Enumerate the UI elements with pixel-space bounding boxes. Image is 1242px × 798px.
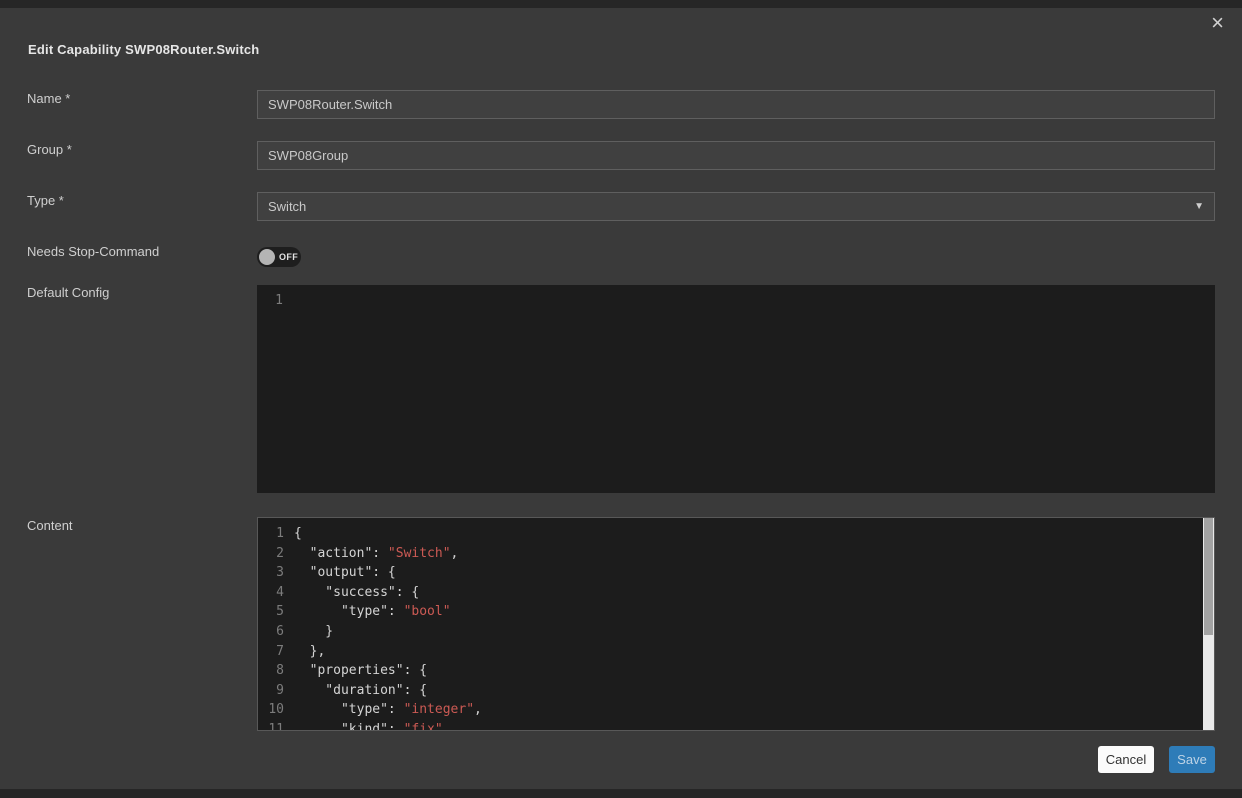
code-line: 1 [257,291,1215,311]
default-config-label: Default Config [27,285,109,300]
line-number: 4 [258,583,284,603]
code-text: "duration": { [294,681,427,701]
line-number: 8 [258,661,284,681]
line-number: 5 [258,602,284,622]
line-number: 7 [258,642,284,662]
code-text: "output": { [294,563,396,583]
scrollbar-thumb[interactable] [1204,518,1213,635]
chevron-down-icon: ▼ [1194,201,1204,212]
type-label: Type * [27,193,64,208]
code-line: 7 }, [258,642,1214,662]
code-line: 10 "type": "integer", [258,700,1214,720]
line-number: 2 [258,544,284,564]
code-text: "success": { [294,583,419,603]
code-text: "type": "integer", [294,700,482,720]
code-line: 11 "kind": "fix" [258,720,1214,731]
code-line: 6 } [258,622,1214,642]
line-number: 9 [258,681,284,701]
content-editor[interactable]: 1{2 "action": "Switch",3 "output": {4 "s… [257,517,1215,731]
code-line: 9 "duration": { [258,681,1214,701]
content-code: 1{2 "action": "Switch",3 "output": {4 "s… [258,518,1214,731]
code-line: 4 "success": { [258,583,1214,603]
group-label: Group * [27,142,72,157]
toggle-state-label: OFF [279,252,298,262]
code-line: 1{ [258,524,1214,544]
needs-stop-command-toggle[interactable]: OFF [257,247,301,267]
cancel-button[interactable]: Cancel [1098,746,1154,773]
code-text: "type": "bool" [294,602,451,622]
line-number: 11 [258,720,284,731]
code-line: 2 "action": "Switch", [258,544,1214,564]
code-text: "kind": "fix" [294,720,443,731]
line-number: 6 [258,622,284,642]
line-number: 3 [258,563,284,583]
code-line: 5 "type": "bool" [258,602,1214,622]
needs-stop-command-label: Needs Stop-Command [27,244,159,259]
name-label: Name * [27,91,70,106]
code-line: 8 "properties": { [258,661,1214,681]
type-select-value: Switch [268,199,306,214]
line-number: 1 [258,524,284,544]
code-text: { [294,524,302,544]
group-input[interactable] [257,141,1215,170]
line-number: 1 [257,291,283,311]
code-line: 3 "output": { [258,563,1214,583]
dialog-title: Edit Capability SWP08Router.Switch [28,42,259,57]
default-config-editor[interactable]: 1 [257,285,1215,493]
code-text: }, [294,642,325,662]
name-input[interactable] [257,90,1215,119]
toggle-knob [259,249,275,265]
content-label: Content [27,518,73,533]
edit-capability-dialog: × Edit Capability SWP08Router.Switch Nam… [0,8,1242,789]
close-icon[interactable]: × [1211,12,1224,34]
code-text: "properties": { [294,661,427,681]
code-text: } [294,622,333,642]
default-config-code: 1 [257,285,1215,311]
line-number: 10 [258,700,284,720]
content-editor-scrollbar[interactable] [1203,518,1214,730]
code-text: "action": "Switch", [294,544,458,564]
type-select[interactable]: Switch ▼ [257,192,1215,221]
save-button[interactable]: Save [1169,746,1215,773]
